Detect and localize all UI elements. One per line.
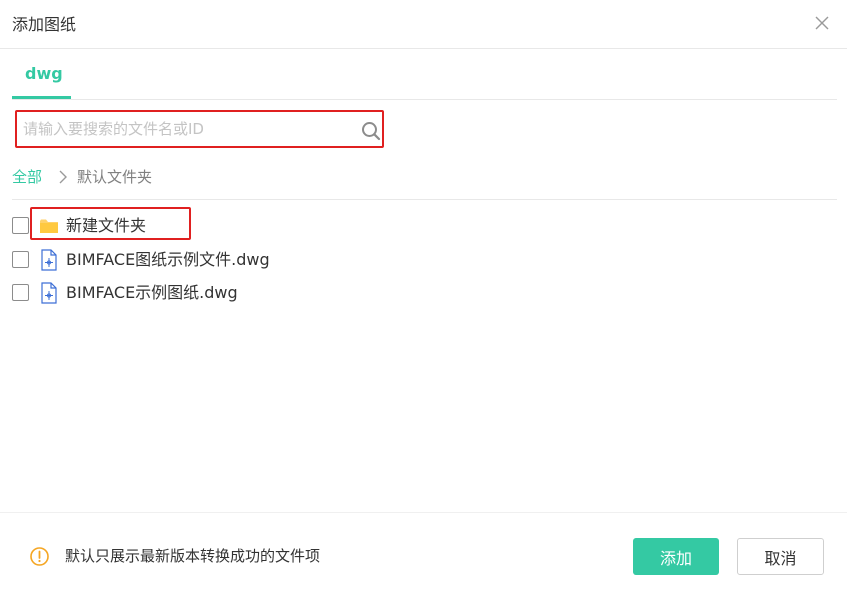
- list-item[interactable]: BIMFACE图纸示例文件.dwg: [12, 247, 512, 273]
- search-input[interactable]: [23, 115, 353, 143]
- dialog-footer: 默认只展示最新版本转换成功的文件项 添加 取消: [0, 512, 847, 598]
- tab-active-indicator: [12, 96, 71, 99]
- dialog-title: 添加图纸: [12, 15, 77, 34]
- file-checkbox[interactable]: [12, 217, 29, 234]
- add-drawing-dialog: 添加图纸 dwg 全部 默认文件夹: [0, 0, 847, 598]
- info-circle-icon: [30, 547, 49, 566]
- divider: [12, 199, 837, 200]
- file-name[interactable]: BIMFACE图纸示例文件.dwg: [66, 249, 270, 271]
- close-button[interactable]: [812, 13, 832, 33]
- cancel-button[interactable]: 取消: [737, 538, 824, 575]
- dwg-file-icon: [39, 282, 59, 304]
- breadcrumb-current: 默认文件夹: [77, 168, 153, 186]
- breadcrumb-root-link[interactable]: 全部: [12, 166, 42, 188]
- file-checkbox[interactable]: [12, 284, 29, 301]
- dwg-file-icon: [39, 249, 59, 271]
- dialog-header: 添加图纸: [0, 0, 847, 49]
- tab-dwg[interactable]: dwg: [12, 49, 71, 99]
- search-icon[interactable]: [361, 121, 381, 141]
- add-button[interactable]: 添加: [633, 538, 719, 575]
- close-icon: [815, 16, 829, 30]
- file-type-tabs: dwg: [12, 49, 837, 100]
- breadcrumb: 全部 默认文件夹: [12, 165, 837, 189]
- list-item[interactable]: BIMFACE示例图纸.dwg: [12, 280, 512, 306]
- info-text: 默认只展示最新版本转换成功的文件项: [65, 547, 321, 565]
- file-checkbox[interactable]: [12, 251, 29, 268]
- chevron-right-icon: [57, 169, 69, 185]
- search-box: [15, 110, 384, 148]
- file-name[interactable]: BIMFACE示例图纸.dwg: [66, 282, 238, 304]
- tab-dwg-label: dwg: [25, 64, 63, 83]
- annotation-highlight-box: [30, 207, 191, 240]
